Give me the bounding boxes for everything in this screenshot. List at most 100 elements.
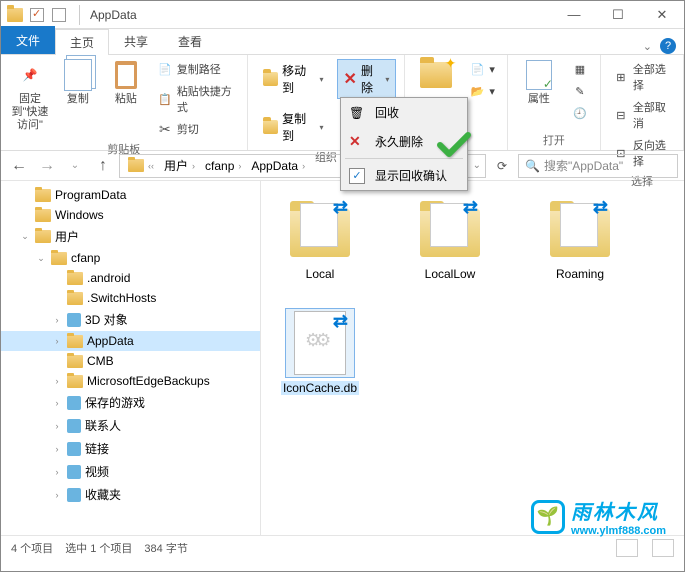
search-icon: 🔍	[525, 159, 540, 173]
qat-folder-icon[interactable]	[5, 5, 25, 25]
expand-icon[interactable]: ›	[51, 376, 63, 386]
tree-node[interactable]: ›收藏夹	[1, 483, 260, 506]
tree-label: Windows	[55, 208, 104, 222]
tree-node[interactable]: ⌄ 用户	[1, 225, 260, 248]
back-button[interactable]: ←	[7, 154, 31, 178]
properties-button[interactable]: 属性	[516, 59, 562, 106]
tree-node[interactable]: .SwitchHosts	[1, 288, 260, 308]
minimize-button[interactable]: —	[552, 1, 596, 29]
expand-icon[interactable]: ›	[51, 421, 63, 431]
sync-icon: ⇄	[333, 311, 348, 332]
paste-button[interactable]: 粘贴	[105, 59, 147, 106]
file-item[interactable]: ⇄IconCache.db	[275, 309, 365, 395]
easy-access-icon: 📂	[469, 83, 485, 99]
tree-node[interactable]: ProgramData	[1, 185, 260, 205]
copy-button[interactable]: 复制	[57, 59, 99, 106]
expand-icon[interactable]: ›	[51, 315, 63, 325]
help-icon[interactable]: ?	[660, 38, 676, 54]
tree-label: ProgramData	[55, 188, 126, 202]
tree-label: 用户	[55, 228, 79, 245]
expand-icon[interactable]: ›	[51, 398, 63, 408]
select-none-button[interactable]: ⊟全部取消	[609, 97, 675, 133]
tree-node[interactable]: ›联系人	[1, 414, 260, 437]
expand-icon[interactable]: ›	[51, 467, 63, 477]
title-bar: AppData — ☐ ✕	[1, 1, 684, 29]
folder-icon	[35, 209, 51, 222]
expand-icon[interactable]: ›	[51, 336, 63, 346]
caret-down-icon: ▾	[320, 123, 324, 132]
tree-node[interactable]: ⌄cfanp	[1, 248, 260, 268]
recent-dropdown[interactable]: ⌄	[63, 154, 87, 178]
tree-label: 链接	[85, 440, 109, 457]
paste-icon	[115, 61, 137, 89]
maximize-button[interactable]: ☐	[596, 1, 640, 29]
tree-label: MicrosoftEdgeBackups	[87, 374, 210, 388]
qat-check2-icon[interactable]	[49, 5, 69, 25]
tab-view[interactable]: 查看	[163, 28, 217, 54]
tree-node[interactable]: CMB	[1, 351, 260, 371]
refresh-button[interactable]: ⟳	[490, 159, 514, 173]
up-button[interactable]: ↑	[91, 154, 115, 178]
tree-node[interactable]: › MicrosoftEdgeBackups	[1, 371, 260, 391]
crumb-folder[interactable]: AppData›	[247, 157, 309, 175]
expand-icon[interactable]: ›	[51, 490, 63, 500]
file-item[interactable]: ⇄Roaming	[535, 195, 625, 281]
easy-access-button[interactable]: 📂▾	[465, 81, 499, 101]
address-dropdown-icon[interactable]: ⌄	[473, 160, 481, 171]
tree-node[interactable]: Windows	[1, 205, 260, 225]
annotation-checkmark	[437, 131, 471, 164]
tree-label: 保存的游戏	[85, 394, 145, 411]
tree-node[interactable]: ›3D 对象	[1, 308, 260, 331]
tree-node[interactable]: ›视频	[1, 460, 260, 483]
crumb-user[interactable]: cfanp›	[201, 157, 245, 175]
folder-icon	[35, 230, 51, 243]
nav-tree[interactable]: ProgramData Windows ⌄ 用户 ⌄cfanp.android.Swit…	[1, 181, 261, 535]
copy-to-button[interactable]: 复制到▾	[256, 107, 331, 147]
forward-button[interactable]: →	[35, 154, 59, 178]
tree-node[interactable]: › 保存的游戏	[1, 391, 260, 414]
tab-home[interactable]: 主页	[55, 29, 109, 55]
history-button[interactable]: 🕘	[568, 103, 592, 123]
tab-file[interactable]: 文件	[1, 26, 55, 54]
select-all-icon: ⊞	[613, 69, 629, 85]
tree-node[interactable]: ›AppData	[1, 331, 260, 351]
crumb-users[interactable]: 用户›	[160, 155, 199, 176]
folder-icon	[51, 252, 67, 265]
new-item-button[interactable]: 📄▾	[465, 59, 499, 79]
open-button[interactable]: ▦	[568, 59, 592, 79]
crumb-root[interactable]: ‹‹	[124, 157, 158, 174]
system-folder-icon	[67, 442, 81, 456]
ribbon-collapse-icon[interactable]: ⌄	[643, 40, 652, 53]
view-icons-button[interactable]	[652, 539, 674, 557]
pin-quickaccess-button[interactable]: 📌 固定到"快速访问"	[9, 59, 51, 132]
expand-icon[interactable]: ⌄	[19, 231, 31, 242]
close-button[interactable]: ✕	[640, 1, 684, 29]
select-all-button[interactable]: ⊞全部选择	[609, 59, 675, 95]
edit-button[interactable]: ✎	[568, 81, 592, 101]
file-list[interactable]: ⇄Local ⇄LocalLow ⇄Roaming ⇄IconCache.db	[261, 181, 684, 535]
delete-x-icon: ✕	[344, 69, 357, 89]
watermark-logo-icon: 🌱	[531, 500, 565, 534]
file-item[interactable]: ⇄Local	[275, 195, 365, 281]
view-details-button[interactable]	[616, 539, 638, 557]
file-item[interactable]: ⇄LocalLow	[405, 195, 495, 281]
tab-share[interactable]: 共享	[109, 28, 163, 54]
expand-icon[interactable]: ⌄	[35, 253, 47, 264]
new-folder-button[interactable]	[413, 59, 459, 91]
move-to-button[interactable]: 移动到▾	[256, 59, 331, 99]
copy-path-button[interactable]: 📄复制路径	[153, 59, 239, 79]
folder-icon	[67, 292, 83, 305]
tree-node[interactable]: .android	[1, 268, 260, 288]
show-confirm-item[interactable]: ✓显示回收确认	[341, 161, 467, 190]
cut-button[interactable]: 剪切	[153, 119, 239, 139]
expand-icon[interactable]: ›	[51, 444, 63, 454]
search-box[interactable]: 🔍 搜索"AppData"	[518, 154, 678, 178]
new-item-icon: 📄	[469, 61, 485, 77]
paste-shortcut-button[interactable]: 📋粘贴快捷方式	[153, 81, 239, 117]
qat-check-icon[interactable]	[27, 5, 47, 25]
tree-node[interactable]: › 链接	[1, 437, 260, 460]
delete-button[interactable]: ✕删除▾	[337, 59, 397, 99]
new-folder-icon	[420, 62, 452, 88]
checkbox-checked-icon: ✓	[349, 168, 365, 184]
recycle-item[interactable]: 🗑回收	[341, 98, 467, 127]
